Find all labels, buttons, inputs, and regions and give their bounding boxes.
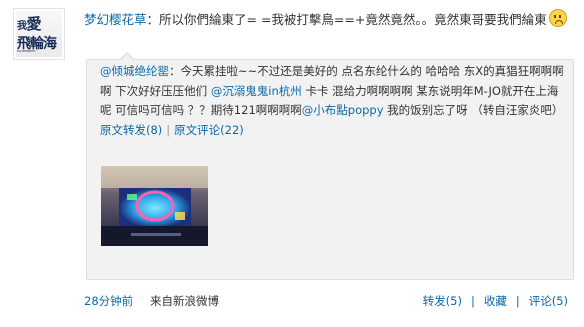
post-thumbnail-image[interactable] xyxy=(101,166,208,246)
user-avatar[interactable]: 我愛 飛輪海 FAHRENHEIT xyxy=(13,8,65,60)
quoted-author-link[interactable]: @倾城绝纶罂 xyxy=(100,64,169,78)
sad-face-icon xyxy=(548,9,567,27)
quote-link-divider: | xyxy=(166,122,171,137)
avatar-text-bottom: FAHRENHEIT xyxy=(17,49,36,53)
post-text: ：所以你們綸東了= =我被打擊鳥==+竟然竟然。。竟然東哥要我們綸東 xyxy=(146,12,547,27)
post-content: 梦幻樱花草：所以你們綸東了= =我被打擊鳥==+竟然竟然。。竟然東哥要我們綸東 xyxy=(84,9,574,31)
avatar-text-top: 我愛 xyxy=(17,15,42,33)
action-divider: | xyxy=(470,294,475,308)
mention-link-2[interactable]: @小布點poppy xyxy=(302,103,384,117)
avatar-image: 我愛 飛輪海 FAHRENHEIT xyxy=(16,11,62,57)
comment-button[interactable]: 评论(5) xyxy=(529,294,568,308)
mention-link-1[interactable]: @沉溺鬼鬼in杭州 xyxy=(211,84,302,98)
repost-button[interactable]: 转发(5) xyxy=(423,294,462,308)
quoted-text-part3: 我的饭别忘了呀 （转自汪家炎吧） xyxy=(383,103,564,117)
post-actions: 转发(5) | 收藏 | 评论(5) xyxy=(423,292,568,310)
original-repost-link[interactable]: 原文转发(8) xyxy=(100,123,162,137)
post-source: 来自新浪微博 xyxy=(150,294,219,308)
post-timestamp-link[interactable]: 28分钟前 xyxy=(84,292,133,310)
post-footer: 28分钟前 来自新浪微博 转发(5) | 收藏 | 评论(5) xyxy=(84,292,574,310)
original-comment-link[interactable]: 原文评论(22) xyxy=(174,123,244,137)
quote-arrow-fill xyxy=(121,54,133,60)
post-author-link[interactable]: 梦幻樱花草 xyxy=(84,12,147,27)
quoted-post-content: @倾城绝纶罂：今天累挂啦~~不过还是美好的 点名东纶什么的 哈哈哈 东X的真猖狂… xyxy=(100,62,566,140)
concert-photo xyxy=(101,166,208,246)
action-divider: | xyxy=(515,294,520,308)
favorite-button[interactable]: 收藏 xyxy=(484,294,507,308)
